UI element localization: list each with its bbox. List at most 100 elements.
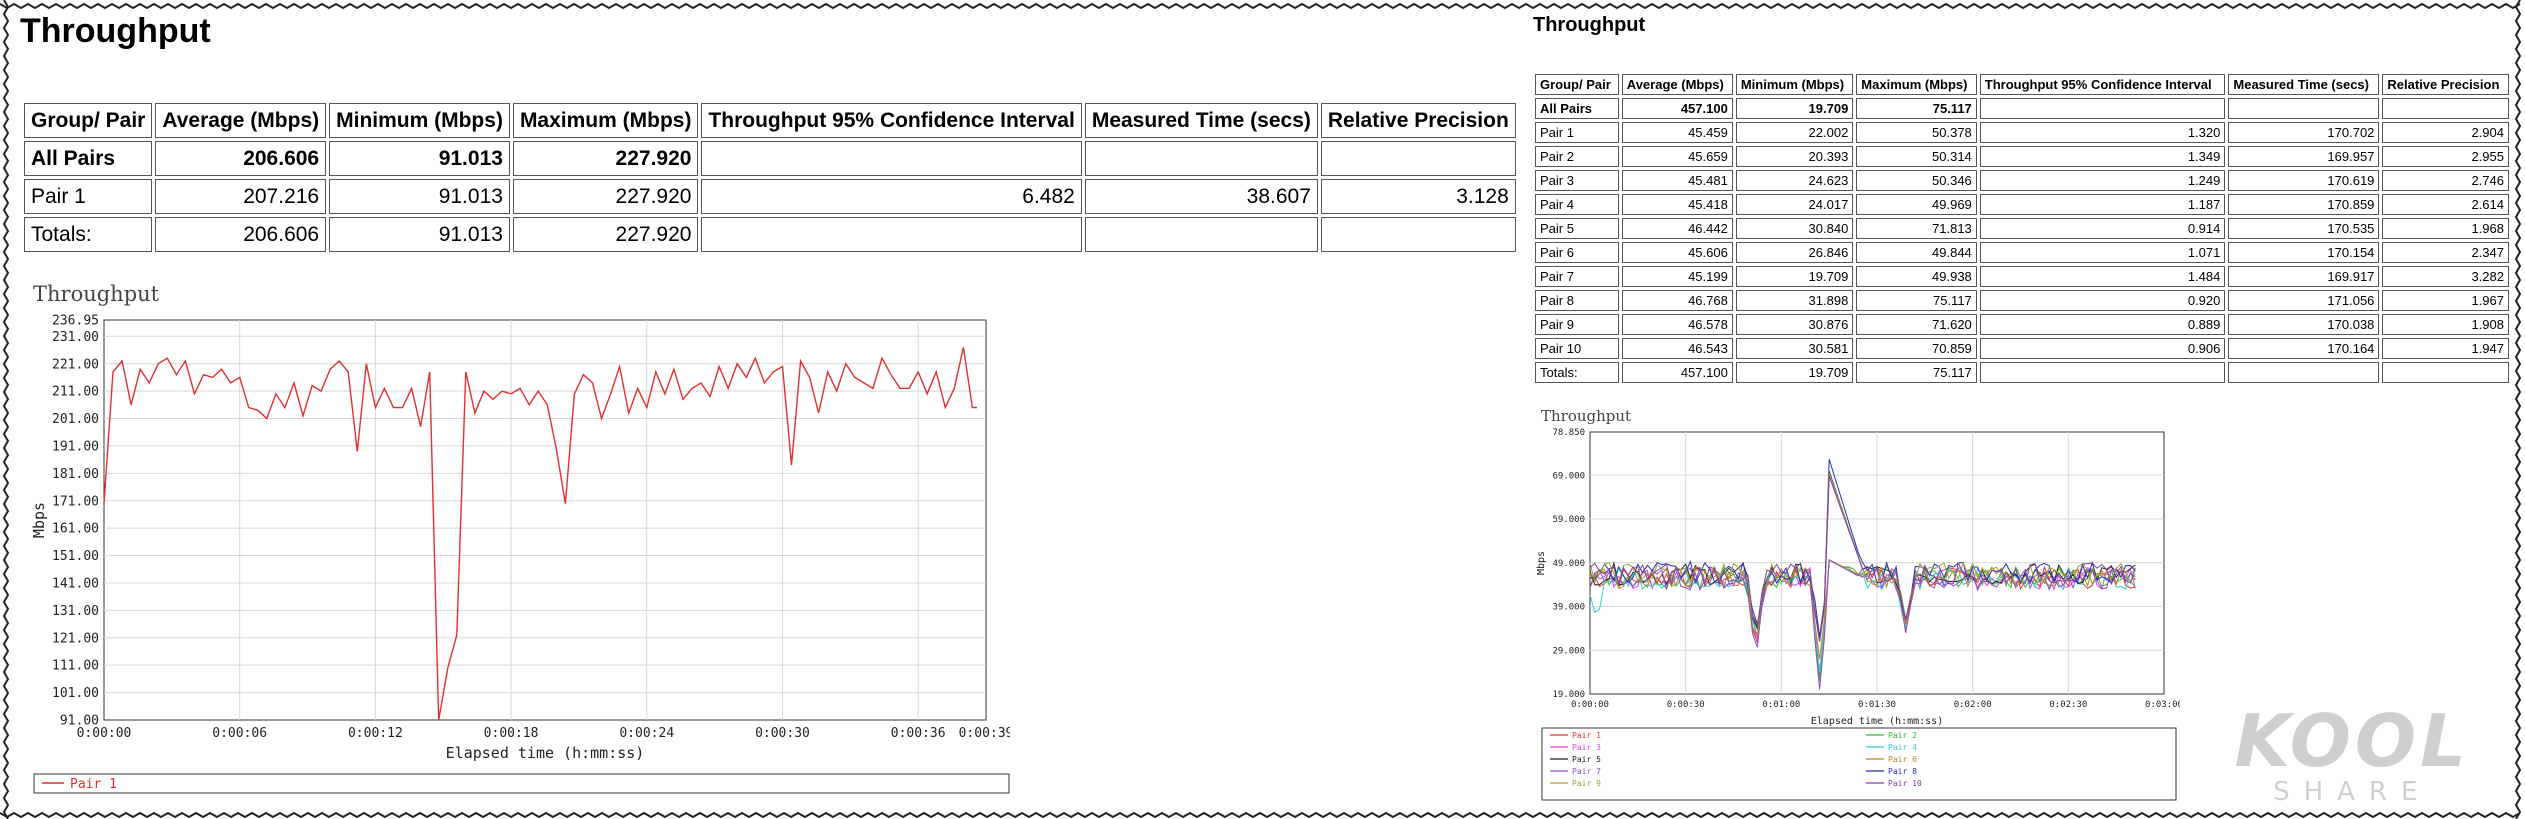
row-label-cell: Pair 9 — [1535, 314, 1619, 335]
row-label-cell: Pair 10 — [1535, 338, 1619, 359]
value-cell: 170.619 — [2228, 170, 2380, 191]
value-cell: 50.314 — [1856, 146, 1977, 167]
x-tick-label: 0:01:00 — [1762, 700, 1800, 710]
value-cell: 45.606 — [1621, 242, 1733, 263]
value-cell: 2.347 — [2382, 242, 2509, 263]
y-axis-label: Mbps — [1536, 551, 1547, 575]
value-cell: 20.393 — [1735, 146, 1854, 167]
y-tick-label: 49.000 — [1552, 559, 1585, 569]
row-label-cell: Pair 7 — [1535, 266, 1619, 287]
value-cell: 1.967 — [2382, 290, 2509, 311]
x-tick-label: 0:00:36 — [891, 726, 946, 741]
x-tick-label: 0:00:24 — [619, 726, 674, 741]
legend-label: Pair 3 — [1572, 743, 1601, 752]
y-tick-label: 171.00 — [52, 494, 99, 509]
value-cell — [1320, 141, 1516, 176]
y-tick-label: 59.000 — [1552, 515, 1585, 525]
y-tick-label: 39.000 — [1552, 603, 1585, 613]
legend-label: Pair 7 — [1572, 767, 1601, 776]
x-tick-label: 0:00:06 — [212, 726, 267, 741]
value-cell: 1.071 — [1979, 242, 2226, 263]
table-row: Pair 10 46.543 30.581 70.859 0.906 170.164 1.9… — [1535, 338, 2509, 359]
value-cell: 457.100 — [1621, 98, 1733, 119]
col-header-precision: Relative Precision — [2382, 74, 2509, 95]
x-axis-label: Elapsed time (h:mm:ss) — [446, 744, 645, 762]
value-cell: 22.002 — [1735, 122, 1854, 143]
legend-label: Pair 1 — [70, 777, 117, 792]
value-cell: 2.746 — [2382, 170, 2509, 191]
value-cell: 30.840 — [1735, 218, 1854, 239]
value-cell: 170.038 — [2228, 314, 2380, 335]
value-cell: 170.535 — [2228, 218, 2380, 239]
value-cell: 49.969 — [1856, 194, 1977, 215]
x-tick-label: 0:00:18 — [484, 726, 539, 741]
row-label-cell: Pair 2 — [1535, 146, 1619, 167]
value-cell: 46.768 — [1621, 290, 1733, 311]
col-header-group: Group/ Pair — [1535, 74, 1619, 95]
col-header-maximum: Maximum (Mbps) — [1856, 74, 1977, 95]
value-cell: 170.702 — [2228, 122, 2380, 143]
table-row: Pair 3 45.481 24.623 50.346 1.249 170.619 2.74… — [1535, 170, 2509, 191]
value-cell: 3.282 — [2382, 266, 2509, 287]
row-label-cell: Totals: — [1535, 362, 1619, 383]
y-tick-label: 121.00 — [52, 631, 99, 646]
x-tick-label: 0:02:30 — [2049, 700, 2087, 710]
watermark-logo-text: KOOL — [2234, 699, 2470, 783]
x-tick-label: 0:00:00 — [77, 726, 132, 741]
y-tick-label: 141.00 — [52, 577, 99, 592]
y-tick-label: 19.000 — [1552, 690, 1585, 700]
value-cell: 1.187 — [1979, 194, 2226, 215]
x-tick-label: 0:02:00 — [1954, 700, 1992, 710]
value-cell: 2.955 — [2382, 146, 2509, 167]
value-cell: 1.249 — [1979, 170, 2226, 191]
table-row: Pair 6 45.606 26.846 49.844 1.071 170.154 2.34… — [1535, 242, 2509, 263]
value-cell: 1.908 — [2382, 314, 2509, 335]
value-cell: 45.418 — [1621, 194, 1733, 215]
legend-label: Pair 4 — [1888, 743, 1917, 752]
value-cell — [2228, 362, 2380, 383]
value-cell — [1979, 98, 2226, 119]
value-cell: 2.904 — [2382, 122, 2509, 143]
x-axis-label: Elapsed time (h:mm:ss) — [1811, 716, 1943, 727]
value-cell: 45.659 — [1621, 146, 1733, 167]
value-cell — [2228, 98, 2380, 119]
value-cell: 0.914 — [1979, 218, 2226, 239]
value-cell: 2.614 — [2382, 194, 2509, 215]
y-tick-label: 69.000 — [1552, 471, 1585, 481]
value-cell — [1084, 217, 1318, 252]
value-cell: 457.100 — [1621, 362, 1733, 383]
table-row: Pair 1 45.459 22.002 50.378 1.320 170.702 2.90… — [1535, 122, 2509, 143]
col-header-measured-time: Measured Time (secs) — [2228, 74, 2380, 95]
y-tick-label: 151.00 — [52, 549, 99, 564]
value-cell: 49.844 — [1856, 242, 1977, 263]
y-tick-label: 161.00 — [52, 522, 99, 537]
right-section-title: Throughput — [1533, 14, 1646, 36]
legend-label: Pair 9 — [1572, 779, 1601, 788]
legend-label: Pair 2 — [1888, 731, 1917, 740]
value-cell: 49.938 — [1856, 266, 1977, 287]
table-row: Pair 9 46.578 30.876 71.620 0.889 170.038 1.90… — [1535, 314, 2509, 335]
value-cell: 1.320 — [1979, 122, 2226, 143]
value-cell: 45.459 — [1621, 122, 1733, 143]
y-tick-label: 191.00 — [52, 439, 99, 454]
value-cell: 75.117 — [1856, 362, 1977, 383]
y-tick-label: 236.95 — [52, 314, 99, 329]
value-cell: 71.620 — [1856, 314, 1977, 335]
x-tick-label: 0:00:39 — [959, 726, 1010, 741]
legend-label: Pair 1 — [1572, 731, 1601, 740]
col-header-precision: Relative Precision — [1320, 103, 1516, 138]
value-cell: 0.889 — [1979, 314, 2226, 335]
value-cell: 71.813 — [1856, 218, 1977, 239]
legend-label: Pair 8 — [1888, 767, 1917, 776]
x-tick-label: 0:01:30 — [1858, 700, 1896, 710]
y-tick-label: 201.00 — [52, 412, 99, 427]
y-tick-label: 211.00 — [52, 385, 99, 400]
y-tick-label: 221.00 — [52, 357, 99, 372]
row-label-cell: Pair 1 — [1535, 122, 1619, 143]
table-row: Pair 8 46.768 31.898 75.117 0.920 171.056 1.96… — [1535, 290, 2509, 311]
left-throughput-chart: 236.95231.00 221.00 211.00 201.00 191.00 181.… — [30, 314, 1010, 794]
col-header-minimum: Minimum (Mbps) — [1735, 74, 1854, 95]
value-cell: 30.876 — [1735, 314, 1854, 335]
legend-label: Pair 6 — [1888, 755, 1917, 764]
value-cell: 19.709 — [1735, 266, 1854, 287]
